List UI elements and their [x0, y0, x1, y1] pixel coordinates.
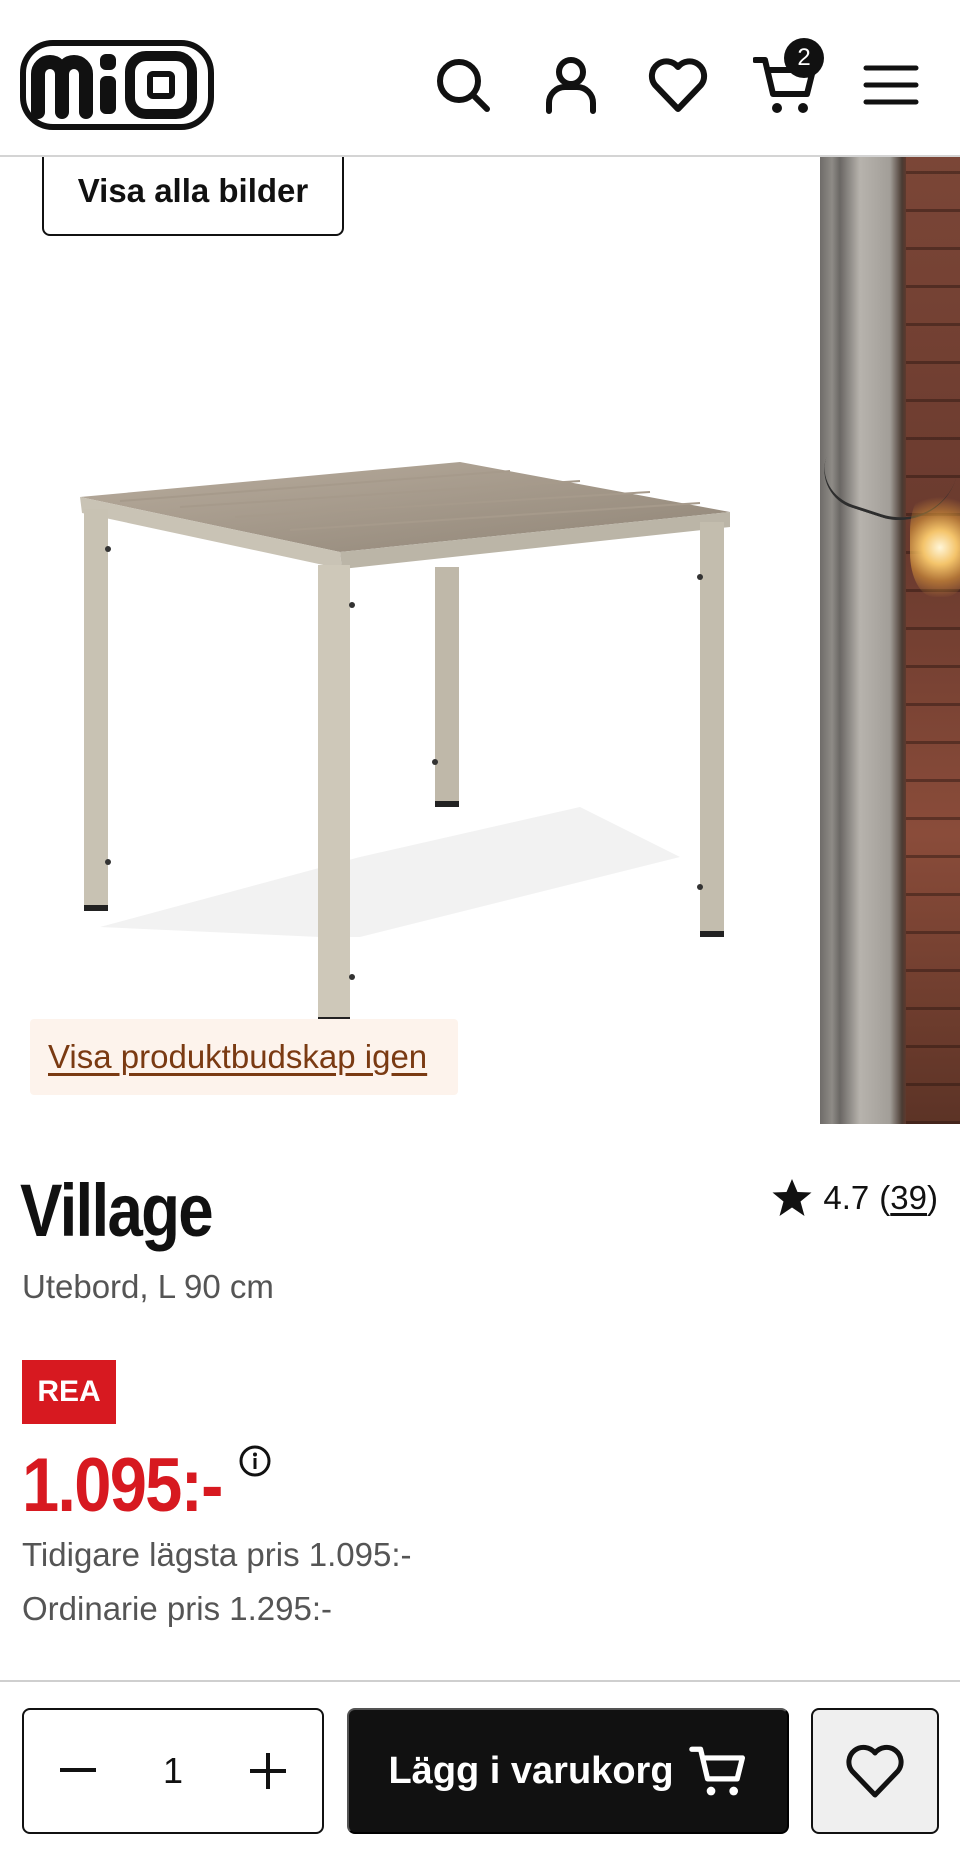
product-image-slide[interactable]: Visa alla bilder Visa produktbudskap ige…	[0, 157, 820, 1124]
decrease-quantity-button[interactable]	[58, 1751, 98, 1791]
next-product-image-slide[interactable]	[820, 157, 960, 1124]
cart-count-badge: 2	[784, 38, 824, 78]
current-price: 1.095:-	[22, 1443, 223, 1528]
show-all-images-button[interactable]: Visa alla bilder	[42, 157, 344, 236]
review-count-link[interactable]: 39	[890, 1179, 927, 1216]
light-bulb-image	[910, 487, 960, 597]
cart-icon[interactable]: 2	[752, 38, 824, 122]
sale-badge: REA	[22, 1360, 116, 1424]
minus-icon	[60, 1768, 96, 1772]
previous-lowest-price: Tidigare lägsta pris 1.095:-	[22, 1536, 412, 1573]
table-product-image	[80, 462, 730, 1023]
quantity-value[interactable]: 1	[163, 1750, 183, 1792]
product-image-gallery[interactable]: Visa alla bilder Visa produktbudskap ige…	[0, 157, 960, 1124]
heart-icon	[846, 1744, 904, 1798]
user-icon[interactable]	[538, 48, 604, 122]
add-to-cart-label: Lägg i varukorg	[388, 1749, 674, 1792]
add-to-cart-button[interactable]: Lägg i varukorg	[347, 1708, 789, 1834]
quantity-stepper: 1	[22, 1708, 324, 1834]
search-icon[interactable]	[430, 48, 496, 122]
product-rating[interactable]: 4.7 (39)	[771, 1178, 938, 1218]
show-product-message-link[interactable]: Visa produktbudskap igen	[48, 1038, 427, 1076]
review-count[interactable]: (39)	[879, 1179, 938, 1217]
cart-icon	[688, 1746, 745, 1796]
info-icon[interactable]	[238, 1444, 272, 1478]
regular-price: Ordinarie pris 1.295:-	[22, 1590, 332, 1627]
purchase-bar: 1 Lägg i varukorg	[0, 1680, 960, 1854]
brick-wall-image	[906, 157, 960, 1124]
rating-value: 4.7	[823, 1179, 870, 1216]
site-header: 2	[0, 0, 960, 157]
mio-logo[interactable]	[20, 40, 214, 130]
plus-icon	[250, 1753, 286, 1789]
show-product-message-wrapper: Visa produktbudskap igen	[30, 1019, 458, 1095]
increase-quantity-button[interactable]	[248, 1751, 288, 1791]
product-description: Utebord, L 90 cm	[22, 1268, 274, 1305]
add-to-wishlist-button[interactable]	[811, 1708, 939, 1834]
heart-icon[interactable]	[645, 48, 711, 122]
product-title: Village	[20, 1169, 214, 1252]
menu-icon[interactable]	[858, 48, 924, 122]
star-icon	[772, 1179, 812, 1216]
